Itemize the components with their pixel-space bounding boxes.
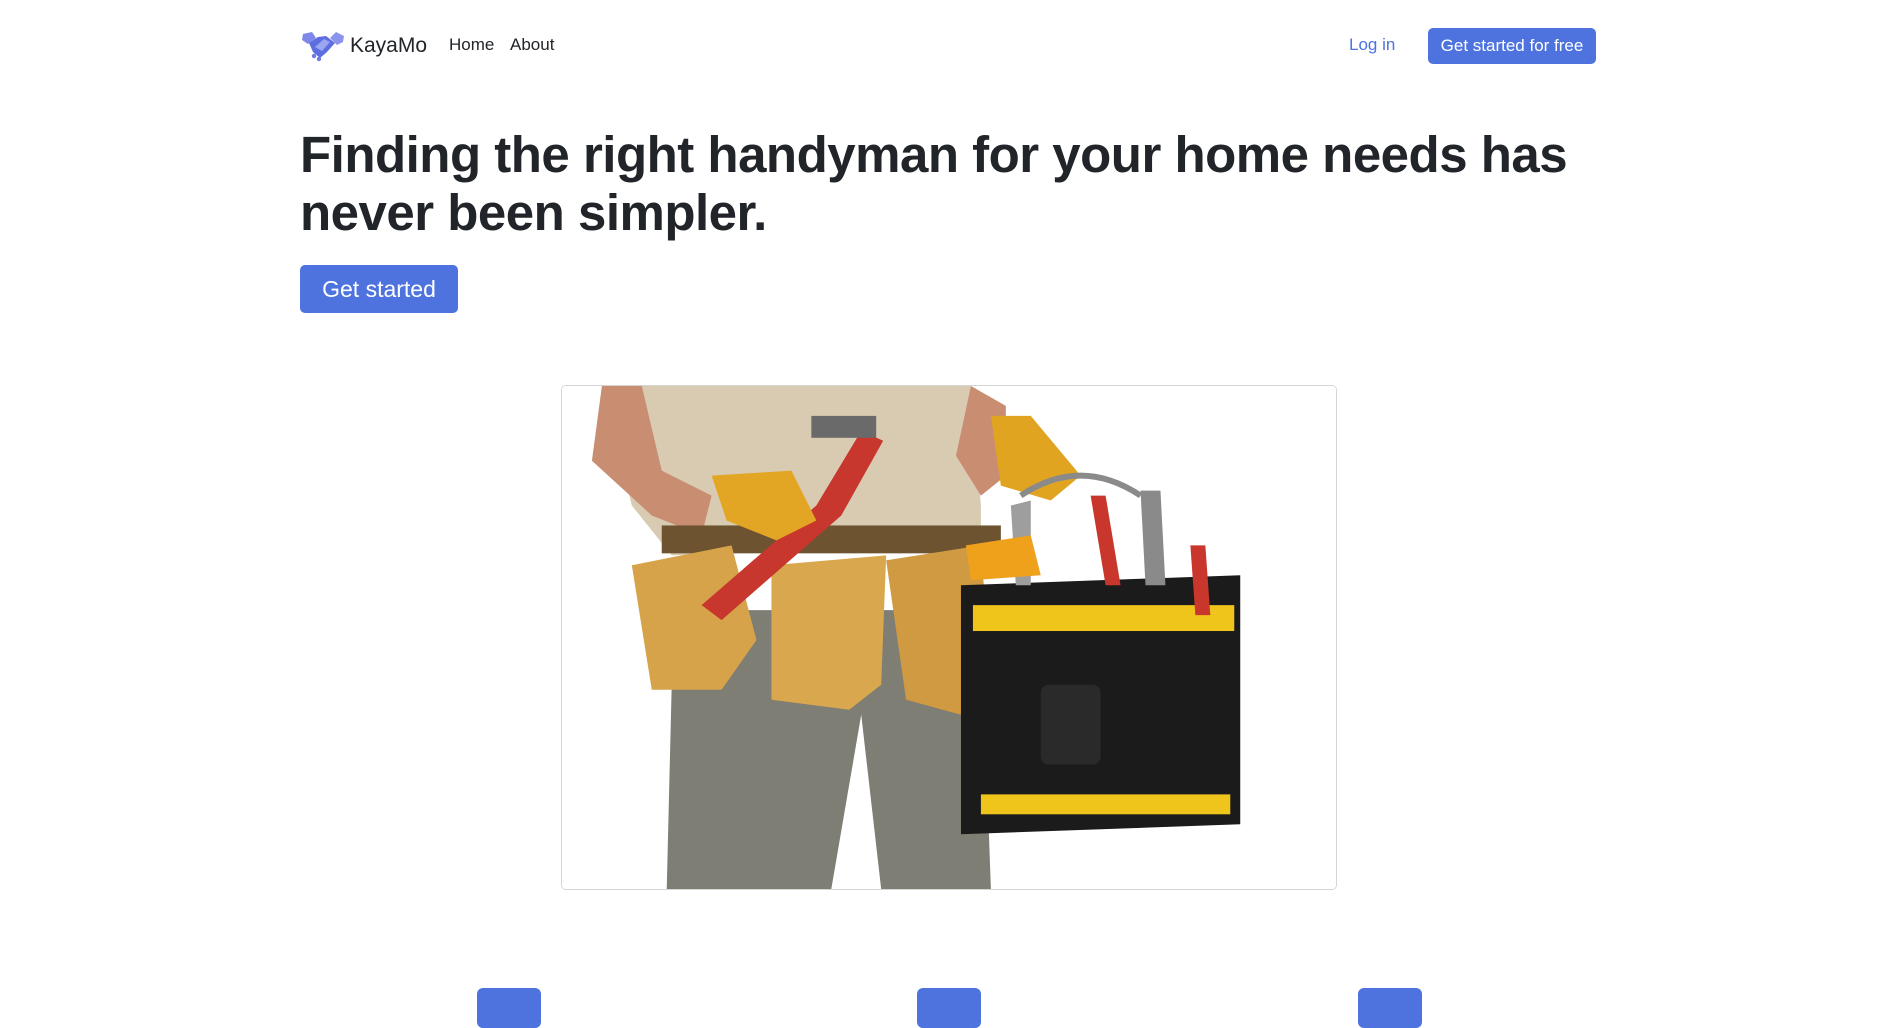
feature-icon (917, 988, 981, 1028)
brand-name: KayaMo (350, 34, 428, 57)
feature-icon (477, 988, 541, 1028)
hero-image (562, 386, 1336, 889)
hero-title: Finding the right handyman for your home… (300, 126, 1568, 241)
get-started-free-button[interactable]: Get started for free (1428, 28, 1596, 64)
login-link[interactable]: Log in (1349, 35, 1395, 55)
feature-icon (1358, 988, 1422, 1028)
nav-about-link[interactable]: About (510, 35, 554, 55)
brand[interactable]: KayaMo (300, 28, 427, 64)
navbar: KayaMo Home About Log in Get started for… (300, 26, 1596, 66)
hero-image-frame (561, 385, 1337, 890)
handshake-icon (302, 32, 344, 62)
get-started-button[interactable]: Get started (300, 265, 458, 313)
nav-home-link[interactable]: Home (449, 35, 494, 55)
